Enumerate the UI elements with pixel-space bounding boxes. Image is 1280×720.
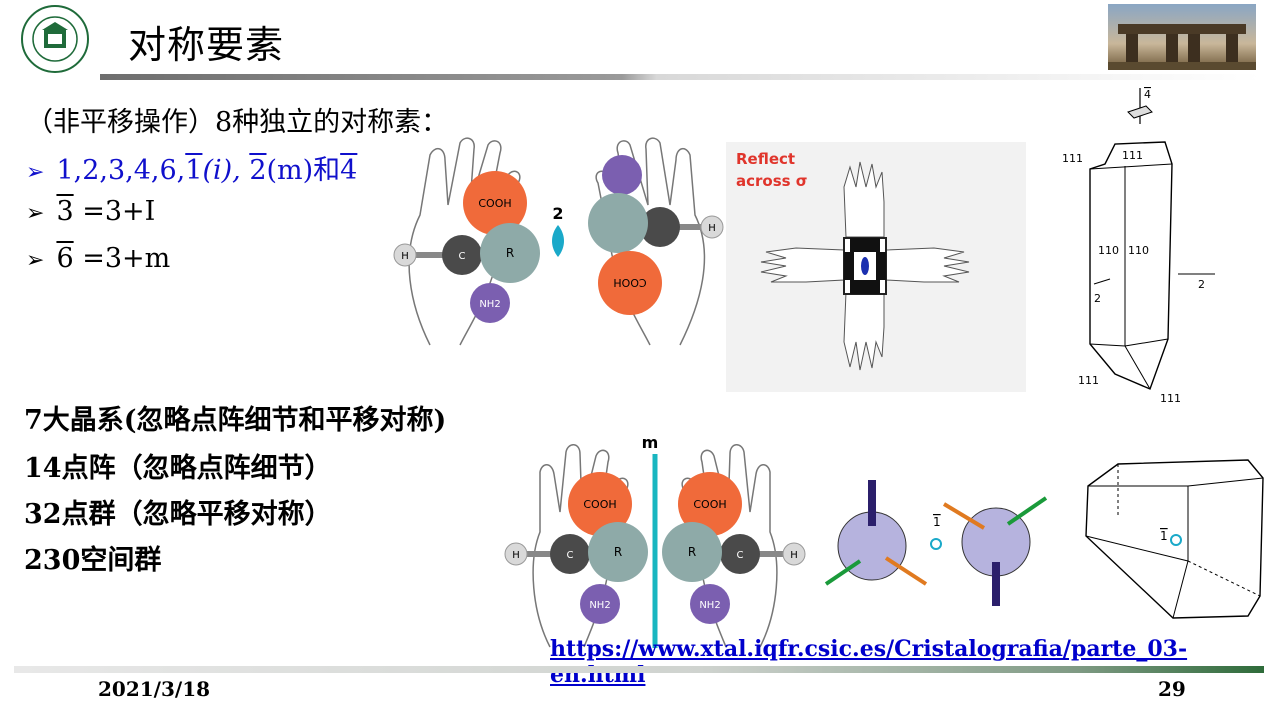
- symbol-2bar: 2: [249, 155, 267, 186]
- slide-title: 对称要素: [128, 23, 285, 67]
- label-h-mirror-left: H: [512, 550, 520, 561]
- symbol-4bar: 4: [340, 155, 358, 186]
- fourbar-center-icon: [861, 257, 869, 275]
- label-nh2-mirror-left: NH2: [589, 600, 610, 611]
- twofold-hands-figure: H COOH C R NH2 2 H COOH: [393, 137, 724, 346]
- label-h-right: H: [708, 223, 716, 234]
- crystal-outline: [1089, 141, 1173, 390]
- label-r-left: R: [506, 246, 514, 260]
- symbol-i: (i),: [202, 155, 250, 186]
- reflect-hands-figure: Reflect across σ: [726, 142, 1026, 392]
- footer-date: 2021/3/18: [98, 677, 211, 701]
- label-c-left: C: [459, 251, 466, 262]
- label-cooh-mirror-left: COOH: [583, 498, 616, 511]
- crystal-prism-figure: 4 111 111 110 110 2 2 111 111: [1062, 88, 1215, 405]
- label-c-mirror-right: C: [737, 550, 744, 561]
- twofold-label: 2: [552, 204, 563, 223]
- bullet-3bar: ➢ 3 =3+I: [26, 196, 155, 227]
- label-nh2-mirror-right: NH2: [699, 600, 720, 611]
- crystal-label-2-left: 2: [1094, 292, 1101, 305]
- intro-text: （非平移操作）8种独立的对称素：: [26, 107, 449, 138]
- bullet-6bar: ➢ 6 =3+m: [26, 243, 170, 274]
- campus-gate-photo: [1108, 4, 1256, 70]
- label-r-mirror-left: R: [614, 545, 622, 559]
- bullet-arrow-icon: ➢: [26, 160, 45, 185]
- bullet-symmetry-list: ➢ 1,2,3,4,6,1(i), 2(m)和4: [26, 148, 357, 187]
- inversion-label: 1: [933, 515, 941, 529]
- crystal-label-111-b: 111: [1122, 149, 1143, 162]
- reflect-text-line2: across σ: [736, 172, 807, 190]
- label-h-left: H: [401, 251, 409, 262]
- crystal-label-110-b: 110: [1128, 244, 1149, 257]
- crystal-label-111-c: 111: [1078, 374, 1099, 387]
- label-r-mirror-right: R: [688, 545, 696, 559]
- university-logo: [21, 5, 89, 73]
- symbol-m: (m)和: [266, 155, 341, 186]
- atom-r-right: [588, 193, 648, 253]
- summary-lattices: 14点阵（忽略点阵细节）: [24, 453, 332, 484]
- label-cooh-left: COOH: [478, 197, 511, 210]
- label-nh2-left: NH2: [479, 299, 500, 310]
- crystal-label-2-right: 2: [1198, 278, 1205, 291]
- bullet-arrow-icon: ➢: [26, 201, 45, 226]
- crystal-box-figure: 1: [1085, 459, 1264, 619]
- label-c-mirror-left: C: [567, 550, 574, 561]
- inversion-center-icon: [930, 538, 942, 550]
- symbol-6bar: 6: [56, 243, 74, 274]
- summary-point-groups: 32点群（忽略平移对称）: [24, 499, 332, 530]
- label-cooh-right: COOH: [613, 276, 646, 289]
- page-number: 29: [1158, 677, 1186, 701]
- footer-divider: [14, 666, 1264, 673]
- symbol-3bar: 3: [56, 196, 74, 227]
- crystal-label-111-a: 111: [1062, 152, 1083, 165]
- crystal-label-110-a: 110: [1098, 244, 1119, 257]
- bullet-3bar-text: =3+I: [73, 196, 156, 227]
- summary-crystal-systems: 7大晶系(忽略点阵细节和平移对称): [24, 405, 447, 436]
- bullet-prefix: 1,2,3,4,6,: [56, 155, 186, 186]
- bullet-6bar-text: =3+m: [73, 243, 171, 274]
- crystal-box-label: 1: [1160, 529, 1168, 543]
- crystal-label-4bar: 4: [1144, 88, 1151, 101]
- inversion-figure: 1: [824, 480, 1048, 606]
- label-cooh-mirror-right: COOH: [693, 498, 726, 511]
- twofold-axis-icon: [552, 225, 564, 257]
- atom-nh2-right: [602, 155, 642, 195]
- bullet-arrow-icon: ➢: [26, 248, 45, 273]
- crystal-label-111-d: 111: [1160, 392, 1181, 405]
- symbol-1bar: 1: [185, 155, 203, 186]
- header-divider: [100, 74, 1260, 80]
- summary-space-groups: 230空间群: [24, 545, 162, 576]
- mirror-hands-figure: m H COOH C R NH2 H COOH C R NH2: [504, 433, 806, 648]
- crystal-inversion-center-icon: [1170, 534, 1182, 546]
- label-h-mirror-right: H: [790, 550, 798, 561]
- reflect-text-line1: Reflect: [736, 150, 795, 168]
- mirror-label: m: [642, 433, 659, 452]
